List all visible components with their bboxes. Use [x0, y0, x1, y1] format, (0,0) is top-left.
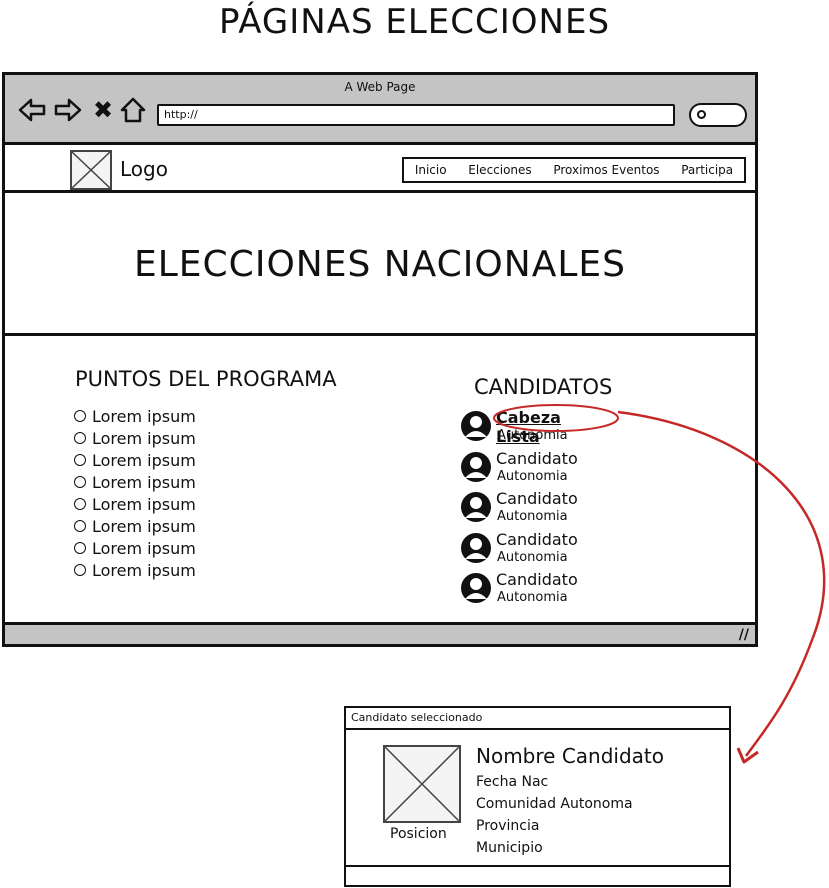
programa-list: Lorem ipsum Lorem ipsum Lorem ipsum Lore…	[74, 405, 196, 581]
search-field[interactable]	[689, 103, 747, 127]
arrow-right-icon[interactable]	[53, 97, 83, 123]
popup-footer-divider	[346, 865, 729, 867]
search-icon	[697, 110, 706, 119]
nav-participa[interactable]: Participa	[681, 163, 733, 177]
home-icon[interactable]	[119, 97, 147, 123]
list-item[interactable]: Lorem ipsum	[74, 493, 196, 515]
user-avatar-icon	[461, 451, 491, 482]
list-item[interactable]: Lorem ipsum	[74, 449, 196, 471]
candidate-detail-popup: Candidato seleccionado Posicion Nombre C…	[344, 706, 731, 887]
url-input[interactable]: http://	[157, 104, 675, 126]
field-comunidad-autonoma: Comunidad Autonoma	[476, 796, 633, 812]
field-fecha-nac: Fecha Nac	[476, 774, 549, 790]
candidate-posicion: Posicion	[390, 826, 447, 842]
window-title: A Web Page	[344, 80, 416, 94]
list-item[interactable]: Lorem ipsum	[74, 537, 196, 559]
browser-chrome: A Web Page ✖ http://	[5, 75, 755, 145]
main-nav: Inicio Elecciones Proximos Eventos Parti…	[402, 157, 746, 183]
popup-title: Candidato seleccionado	[346, 708, 729, 730]
candidate-photo	[383, 745, 461, 823]
nav-proximos-eventos[interactable]: Proximos Eventos	[553, 163, 659, 177]
nav-elecciones[interactable]: Elecciones	[468, 163, 531, 177]
list-item[interactable]: Lorem ipsum	[74, 471, 196, 493]
candidate-autonomia: Autonomia	[497, 428, 568, 443]
arrowhead-icon	[736, 747, 759, 764]
user-avatar-icon	[461, 411, 491, 441]
radio-icon[interactable]	[74, 520, 86, 532]
radio-icon[interactable]	[74, 454, 86, 466]
hero-banner: ELECCIONES NACIONALES	[5, 196, 755, 336]
user-avatar-icon	[461, 573, 491, 603]
arrow-left-icon[interactable]	[17, 97, 47, 123]
radio-icon[interactable]	[74, 498, 86, 510]
close-icon[interactable]: ✖	[93, 97, 113, 123]
programa-title: PUNTOS DEL PROGRAMA	[75, 367, 337, 391]
site-header: Logo Inicio Elecciones Proximos Eventos …	[5, 145, 755, 193]
nav-inicio[interactable]: Inicio	[415, 163, 447, 177]
list-item[interactable]: Lorem ipsum	[74, 405, 196, 427]
field-municipio: Municipio	[476, 840, 543, 856]
radio-icon[interactable]	[74, 410, 86, 422]
candidatos-title: CANDIDATOS	[474, 375, 613, 399]
list-item[interactable]: Lorem ipsum	[74, 427, 196, 449]
status-bar: //	[5, 622, 755, 644]
logo-label: Logo	[120, 157, 168, 181]
candidate-name: Candidato	[496, 529, 578, 549]
page-title: PÁGINAS ELECCIONES	[218, 2, 611, 42]
list-item[interactable]: Lorem ipsum	[74, 559, 196, 581]
field-provincia: Provincia	[476, 818, 540, 834]
candidate-name: Candidato	[496, 489, 578, 508]
radio-icon[interactable]	[74, 432, 86, 444]
candidate-autonomia: Autonomia	[497, 549, 568, 565]
candidate-name: Candidato	[496, 570, 578, 589]
logo-image[interactable]	[70, 150, 112, 190]
candidate-autonomia: Autonomia	[497, 509, 568, 524]
list-item[interactable]: Lorem ipsum	[74, 515, 196, 537]
radio-icon[interactable]	[74, 476, 86, 488]
user-avatar-icon	[461, 492, 491, 522]
radio-icon[interactable]	[74, 564, 86, 576]
candidate-name: Candidato	[496, 448, 578, 468]
resize-grip-icon[interactable]: //	[739, 627, 749, 643]
hero-title: ELECCIONES NACIONALES	[134, 244, 626, 285]
candidate-autonomia: Autonomia	[497, 468, 568, 484]
user-avatar-icon	[461, 532, 491, 563]
radio-icon[interactable]	[74, 542, 86, 554]
candidate-full-name: Nombre Candidato	[476, 744, 664, 768]
candidate-autonomia: Autonomia	[497, 590, 568, 605]
